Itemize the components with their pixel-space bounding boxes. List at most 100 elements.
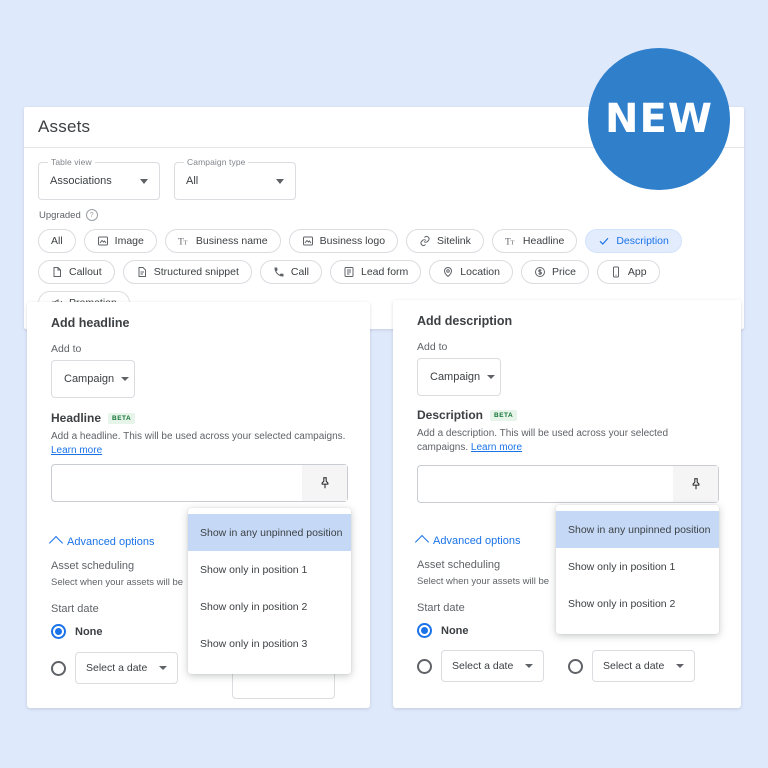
- campaign-type-value: All: [186, 175, 199, 187]
- radio-unselected-icon[interactable]: [568, 658, 583, 674]
- chip-lead-form[interactable]: Lead form: [330, 260, 422, 284]
- chip-label: All: [51, 235, 63, 247]
- dropdown-option[interactable]: Show only in position 1: [188, 551, 351, 588]
- chip-label: Callout: [69, 266, 102, 278]
- campaign-type-legend: Campaign type: [184, 157, 249, 167]
- end-date-custom-option[interactable]: Select a date: [568, 650, 695, 682]
- mobile-icon: [610, 266, 622, 278]
- document-icon: [51, 266, 63, 278]
- add-description-card: Add description Add to Campaign Descript…: [393, 300, 741, 708]
- helper-sentence: Add a headline. This will be used across…: [51, 431, 346, 442]
- description-helper-text: Add a description. This will be used acr…: [417, 427, 682, 454]
- image-icon: [302, 235, 314, 247]
- chip-label: Location: [460, 266, 500, 278]
- radio-unselected-icon[interactable]: [417, 658, 432, 674]
- chip-all[interactable]: All: [38, 229, 76, 253]
- campaign-type-select[interactable]: Campaign type All: [174, 157, 296, 200]
- chevron-down-icon: [121, 377, 130, 381]
- learn-more-link[interactable]: Learn more: [471, 442, 522, 453]
- chevron-down-icon: [525, 664, 533, 668]
- new-badge-label: NEW: [605, 96, 713, 142]
- chevron-up-icon: [48, 535, 64, 551]
- chevron-down-icon: [140, 179, 148, 184]
- description-pin-dropdown: Show in any unpinned position Show only …: [556, 505, 719, 634]
- campaign-scope-button[interactable]: Campaign: [417, 358, 501, 396]
- chip-label: Lead form: [361, 266, 409, 278]
- beta-badge: BETA: [108, 412, 136, 424]
- chevron-down-icon: [487, 375, 496, 379]
- headline-section-head: Headline BETA: [51, 411, 136, 425]
- card-title: Add description: [417, 314, 513, 328]
- date-picker-label: Select a date: [86, 662, 148, 674]
- chip-headline[interactable]: TT Headline: [491, 229, 578, 253]
- chevron-down-icon: [676, 664, 684, 668]
- campaign-scope-label: Campaign: [430, 371, 481, 383]
- chevron-up-icon: [414, 534, 430, 550]
- chip-call[interactable]: Call: [259, 260, 322, 284]
- table-view-select[interactable]: Table view Associations: [38, 157, 160, 200]
- dropdown-option[interactable]: Show only in position 3: [188, 625, 351, 662]
- asset-scheduling-desc: Select when your assets will be: [51, 577, 184, 588]
- headline-helper-text: Add a headline. This will be used across…: [51, 430, 351, 457]
- chip-label: Headline: [522, 235, 565, 247]
- help-circle-icon[interactable]: ?: [85, 209, 98, 221]
- chevron-down-icon: [276, 179, 284, 184]
- chip-callout[interactable]: Callout: [38, 260, 115, 284]
- start-date-custom-option[interactable]: Select a date: [51, 652, 178, 684]
- radio-selected-icon[interactable]: [417, 623, 432, 638]
- check-icon: [598, 235, 610, 247]
- learn-more-link[interactable]: Learn more: [51, 445, 102, 456]
- asset-scheduling-label: Asset scheduling: [51, 560, 135, 572]
- screenshot-canvas: Assets Table view Associations Campaign …: [0, 0, 768, 768]
- upgraded-row: Upgraded ?: [24, 200, 744, 221]
- advanced-options-toggle[interactable]: Advanced options: [414, 534, 521, 550]
- campaign-scope-label: Campaign: [64, 373, 115, 385]
- pin-icon[interactable]: [302, 465, 347, 501]
- svg-text:T: T: [510, 240, 514, 247]
- description-input[interactable]: [417, 465, 719, 503]
- chip-label: App: [627, 266, 647, 278]
- chip-app[interactable]: App: [596, 260, 660, 284]
- radio-unselected-icon[interactable]: [51, 660, 66, 676]
- chip-location[interactable]: Location: [429, 260, 513, 284]
- dropdown-option[interactable]: Show only in position 2: [556, 585, 719, 622]
- dropdown-option[interactable]: Show in any unpinned position: [556, 511, 719, 548]
- campaign-scope-button[interactable]: Campaign: [51, 360, 135, 398]
- end-date-picker[interactable]: Select a date: [592, 650, 695, 682]
- chip-business-name[interactable]: TT Business name: [164, 229, 281, 253]
- radio-selected-icon[interactable]: [51, 624, 66, 639]
- dropdown-option[interactable]: Show only in position 2: [188, 588, 351, 625]
- description-section-head: Description BETA: [417, 408, 518, 422]
- asset-scheduling-label: Asset scheduling: [417, 559, 501, 571]
- link-icon: [419, 235, 431, 247]
- start-date-label: Start date: [51, 603, 99, 615]
- chip-image[interactable]: Image: [83, 229, 157, 253]
- start-date-picker[interactable]: Select a date: [441, 650, 544, 682]
- radio-label-none: None: [75, 625, 103, 638]
- chip-label: Description: [616, 235, 669, 247]
- start-date-custom-option[interactable]: Select a date: [417, 650, 544, 682]
- advanced-options-label: Advanced options: [67, 535, 155, 548]
- dollar-circle-icon: [534, 266, 546, 278]
- pin-location-icon: [442, 266, 454, 278]
- image-icon: [97, 235, 109, 247]
- dropdown-option[interactable]: Show in any unpinned position: [188, 514, 351, 551]
- text-format-icon: TT: [505, 235, 517, 248]
- chip-price[interactable]: Price: [520, 260, 589, 284]
- add-to-label: Add to: [51, 343, 82, 355]
- chip-label: Call: [290, 266, 309, 278]
- start-date-none-option[interactable]: None: [417, 623, 469, 638]
- start-date-picker[interactable]: Select a date: [75, 652, 178, 684]
- table-view-legend: Table view: [48, 157, 95, 167]
- chip-label: Price: [551, 266, 576, 278]
- chip-structured-snippet[interactable]: Structured snippet: [122, 260, 252, 284]
- headline-input[interactable]: [51, 464, 348, 502]
- dropdown-option[interactable]: Show only in position 1: [556, 548, 719, 585]
- chip-sitelink[interactable]: Sitelink: [406, 229, 484, 253]
- pin-icon[interactable]: [673, 466, 718, 502]
- advanced-options-toggle[interactable]: Advanced options: [48, 535, 155, 551]
- chip-business-logo[interactable]: Business logo: [288, 229, 399, 253]
- advanced-options-label: Advanced options: [433, 534, 521, 547]
- chip-description[interactable]: Description: [585, 229, 682, 253]
- start-date-none-option[interactable]: None: [51, 624, 103, 639]
